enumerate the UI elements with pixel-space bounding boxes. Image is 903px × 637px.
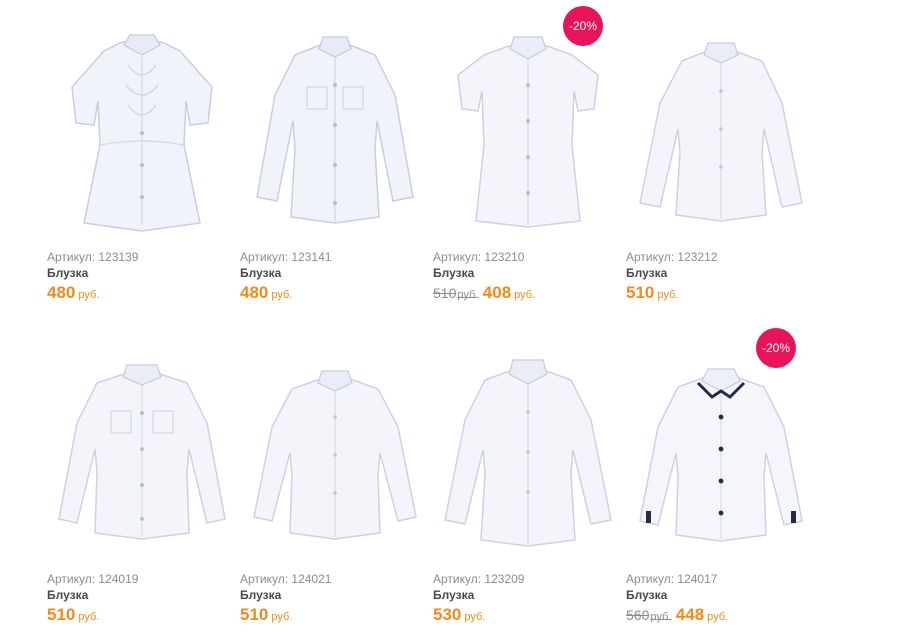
old-price: 560руб. xyxy=(626,607,671,623)
price-value: 408 xyxy=(482,283,512,302)
price-currency: руб. xyxy=(78,611,100,623)
shirt-short-sleeve-ruffle-icon xyxy=(71,33,213,232)
old-price-currency: руб. xyxy=(457,289,479,301)
product-grid: Артикул: 123139 Блузка 480 руб. Артикул: … xyxy=(0,0,903,637)
shirt-cap-sleeve-icon xyxy=(457,35,599,228)
price-currency: руб. xyxy=(271,289,293,301)
price-value: 510 xyxy=(47,605,76,624)
product-sku: Артикул: 124017 xyxy=(626,572,718,586)
product-price: 480 руб. xyxy=(240,283,430,305)
product-sku: Артикул: 123139 xyxy=(47,250,139,264)
product-name[interactable]: Блузка xyxy=(47,588,237,603)
product-name[interactable]: Блузка xyxy=(626,588,816,603)
product-sku: Артикул: 123141 xyxy=(240,250,332,264)
price-value: 510 xyxy=(240,605,269,624)
product-image[interactable] xyxy=(626,12,816,247)
shirt-long-sleeve-icon xyxy=(639,41,803,222)
discount-badge: -20% xyxy=(756,328,796,368)
product-sku: Артикул: 124021 xyxy=(240,572,332,586)
price-value: 448 xyxy=(675,605,705,624)
product-card[interactable]: Артикул: 124021 Блузка 510 руб. xyxy=(240,334,430,634)
product-price: 530 руб. xyxy=(433,605,623,627)
price-currency: руб. xyxy=(657,289,679,301)
price-currency: руб. xyxy=(271,611,293,623)
shirt-long-sleeve-navy-trim-icon xyxy=(639,367,803,542)
product-price: 480 руб. xyxy=(47,283,237,305)
product-card[interactable]: Артикул: 124019 Блузка 510 руб. xyxy=(47,334,237,634)
product-name[interactable]: Блузка xyxy=(433,266,623,281)
shirt-long-sleeve-pockets-icon xyxy=(58,363,226,540)
product-card[interactable]: -20% Артикул: 123210 Блузка 510руб. 408 р… xyxy=(433,6,623,312)
product-price: 510руб. 408 руб. xyxy=(433,283,623,305)
product-name[interactable]: Блузка xyxy=(433,588,623,603)
product-image[interactable] xyxy=(240,12,430,247)
product-image[interactable] xyxy=(47,12,237,247)
product-sku: Артикул: 124019 xyxy=(47,572,139,586)
shirt-long-sleeve-pockets-icon xyxy=(256,35,414,224)
product-image[interactable] xyxy=(626,334,816,569)
old-price-value: 510 xyxy=(433,285,457,301)
product-card[interactable]: Артикул: 123212 Блузка 510 руб. xyxy=(626,12,816,312)
product-name[interactable]: Блузка xyxy=(626,266,816,281)
old-price: 510руб. xyxy=(433,285,478,301)
product-price: 510 руб. xyxy=(240,605,430,627)
product-card[interactable]: Артикул: 123209 Блузка 530 руб. xyxy=(433,334,623,634)
old-price-currency: руб. xyxy=(650,611,672,623)
product-card[interactable]: Артикул: 123141 Блузка 480 руб. xyxy=(240,12,430,312)
old-price-value: 560 xyxy=(626,607,650,623)
price-value: 530 xyxy=(433,605,462,624)
product-name[interactable]: Блузка xyxy=(240,588,430,603)
shirt-long-sleeve-icon xyxy=(253,369,417,540)
shirt-long-sleeve-icon xyxy=(444,358,612,547)
price-value: 480 xyxy=(240,283,269,302)
product-name[interactable]: Блузка xyxy=(240,266,430,281)
product-price: 510 руб. xyxy=(47,605,237,627)
product-sku: Артикул: 123209 xyxy=(433,572,525,586)
product-name[interactable]: Блузка xyxy=(47,266,237,281)
price-currency: руб. xyxy=(707,611,729,623)
product-image[interactable] xyxy=(433,334,623,569)
discount-badge: -20% xyxy=(563,6,603,46)
price-currency: руб. xyxy=(78,289,100,301)
price-currency: руб. xyxy=(464,611,486,623)
product-sku: Артикул: 123210 xyxy=(433,250,525,264)
product-sku: Артикул: 123212 xyxy=(626,250,718,264)
product-image[interactable] xyxy=(433,12,623,247)
product-card[interactable]: -20% Артикул: 124017 Блузка 560руб. 448 р… xyxy=(626,328,816,634)
product-card[interactable]: Артикул: 123139 Блузка 480 руб. xyxy=(47,12,237,312)
price-value: 510 xyxy=(626,283,655,302)
product-price: 510 руб. xyxy=(626,283,816,305)
price-currency: руб. xyxy=(514,289,536,301)
price-value: 480 xyxy=(47,283,76,302)
product-price: 560руб. 448 руб. xyxy=(626,605,816,627)
product-image[interactable] xyxy=(47,334,237,569)
product-image[interactable] xyxy=(240,334,430,569)
